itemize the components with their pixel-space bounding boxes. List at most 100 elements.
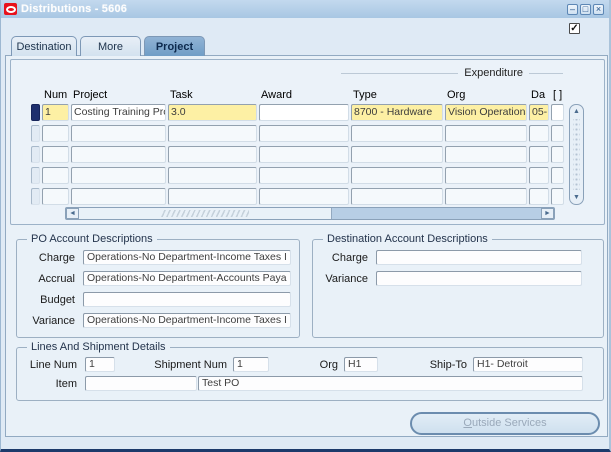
- cell-num[interactable]: [42, 125, 69, 142]
- cell-org[interactable]: [445, 125, 527, 142]
- grid-horizontal-scrollbar[interactable]: ◄ ►: [65, 207, 555, 220]
- divider: [341, 72, 459, 74]
- cell-type[interactable]: [351, 188, 443, 205]
- table-row[interactable]: [31, 125, 564, 142]
- table-row[interactable]: [31, 188, 564, 205]
- shipment-num-field[interactable]: 1: [233, 357, 269, 372]
- cell-award[interactable]: [259, 125, 349, 142]
- scroll-down-icon[interactable]: ▼: [573, 191, 580, 204]
- item-field[interactable]: [85, 376, 197, 391]
- cell-num[interactable]: [42, 146, 69, 163]
- scroll-up-icon[interactable]: ▲: [573, 105, 580, 118]
- distributions-grid: Expenditure Num Project Task Award Type …: [10, 59, 605, 225]
- outside-services-button[interactable]: Outside Services: [410, 412, 600, 435]
- dest-charge-label: Charge: [331, 251, 368, 264]
- divider: [529, 72, 563, 74]
- vertical-scroll-thumb[interactable]: [573, 119, 580, 190]
- cell-task[interactable]: [168, 167, 257, 184]
- column-header-reserved: [ ]: [553, 89, 563, 101]
- cell-task[interactable]: [168, 146, 257, 163]
- shipment-num-label: Shipment Num: [154, 359, 227, 371]
- table-row[interactable]: [31, 167, 564, 184]
- column-header-task: Task: [170, 89, 193, 101]
- expenditure-group-header: Expenditure: [341, 67, 563, 79]
- cell-award[interactable]: [259, 188, 349, 205]
- cell-reserved[interactable]: [551, 167, 564, 184]
- scroll-left-icon[interactable]: ◄: [66, 208, 79, 219]
- po-budget-field[interactable]: [83, 292, 291, 307]
- check-icon: ✓: [570, 23, 579, 34]
- cell-task[interactable]: [168, 125, 257, 142]
- org-field[interactable]: H1: [344, 357, 378, 372]
- cell-award[interactable]: [259, 167, 349, 184]
- cell-date[interactable]: [529, 167, 549, 184]
- cell-reserved[interactable]: [551, 104, 564, 121]
- cell-project[interactable]: [71, 146, 166, 163]
- cell-project[interactable]: Costing Training Proje: [71, 104, 166, 121]
- cell-org[interactable]: [445, 188, 527, 205]
- cell-type[interactable]: [351, 167, 443, 184]
- scroll-right-icon[interactable]: ►: [541, 208, 554, 219]
- minimize-icon[interactable]: –: [567, 4, 578, 15]
- cell-org[interactable]: [445, 146, 527, 163]
- po-charge-field[interactable]: Operations-No Department-Income Taxes I: [83, 250, 291, 265]
- tab-content-project: Expenditure Num Project Task Award Type …: [5, 55, 608, 437]
- po-accrual-label: Accrual: [38, 272, 75, 285]
- cell-task[interactable]: 3.0: [168, 104, 257, 121]
- cell-num[interactable]: [42, 188, 69, 205]
- record-selector[interactable]: [31, 146, 40, 163]
- dest-charge-field[interactable]: [376, 250, 582, 265]
- cell-reserved[interactable]: [551, 188, 564, 205]
- cell-date[interactable]: [529, 188, 549, 205]
- record-selector[interactable]: [31, 104, 40, 121]
- po-accrual-field[interactable]: Operations-No Department-Accounts Paya: [83, 271, 291, 286]
- table-row[interactable]: 1 Costing Training Proje 3.0 8700 - Hard…: [31, 104, 564, 121]
- cell-num[interactable]: [42, 167, 69, 184]
- record-selector[interactable]: [31, 167, 40, 184]
- cell-project[interactable]: [71, 188, 166, 205]
- cell-reserved[interactable]: [551, 125, 564, 142]
- header-checkbox[interactable]: ✓: [569, 23, 580, 34]
- item-description-field[interactable]: Test PO: [198, 376, 583, 391]
- record-selector[interactable]: [31, 188, 40, 205]
- cell-num[interactable]: 1: [42, 104, 69, 121]
- dest-variance-field[interactable]: [376, 271, 582, 286]
- cell-project[interactable]: [71, 167, 166, 184]
- horizontal-scroll-track[interactable]: [332, 208, 541, 219]
- cell-date[interactable]: [529, 125, 549, 142]
- column-header-org: Org: [447, 89, 466, 101]
- title-bar[interactable]: Distributions - 5606 – □ ×: [1, 0, 609, 18]
- table-row[interactable]: [31, 146, 564, 163]
- group-title: Lines And Shipment Details: [27, 341, 170, 353]
- tab-bar: Destination More Project: [11, 36, 208, 56]
- cell-reserved[interactable]: [551, 146, 564, 163]
- record-selector[interactable]: [31, 125, 40, 142]
- close-icon[interactable]: ×: [593, 4, 604, 15]
- cell-project[interactable]: [71, 125, 166, 142]
- horizontal-scroll-thumb[interactable]: [79, 208, 332, 219]
- po-variance-field[interactable]: Operations-No Department-Income Taxes I: [83, 313, 291, 328]
- group-title: PO Account Descriptions: [27, 233, 157, 245]
- line-num-field[interactable]: 1: [85, 357, 115, 372]
- cell-org[interactable]: Vision Operations: [445, 104, 527, 121]
- expenditure-group-label: Expenditure: [464, 67, 523, 79]
- cell-date[interactable]: 05-: [529, 104, 549, 121]
- cell-org[interactable]: [445, 167, 527, 184]
- cell-task[interactable]: [168, 188, 257, 205]
- tab-project[interactable]: Project: [144, 36, 205, 56]
- cell-award[interactable]: [259, 146, 349, 163]
- cell-type[interactable]: [351, 146, 443, 163]
- tab-destination[interactable]: Destination: [11, 36, 77, 56]
- cell-type[interactable]: [351, 125, 443, 142]
- grid-body: 1 Costing Training Proje 3.0 8700 - Hard…: [31, 104, 564, 205]
- cell-award[interactable]: [259, 104, 349, 121]
- ship-to-field[interactable]: H1- Detroit: [473, 357, 583, 372]
- cell-date[interactable]: [529, 146, 549, 163]
- dest-variance-label: Variance: [325, 272, 368, 285]
- tab-more[interactable]: More: [80, 36, 141, 56]
- grid-vertical-scrollbar[interactable]: ▲ ▼: [569, 104, 584, 205]
- maximize-icon[interactable]: □: [580, 4, 591, 15]
- grid-column-headers: Num Project Task Award Type Org Da [ ]: [31, 89, 564, 101]
- cell-type[interactable]: 8700 - Hardware: [351, 104, 443, 121]
- oracle-logo-icon: [4, 3, 17, 15]
